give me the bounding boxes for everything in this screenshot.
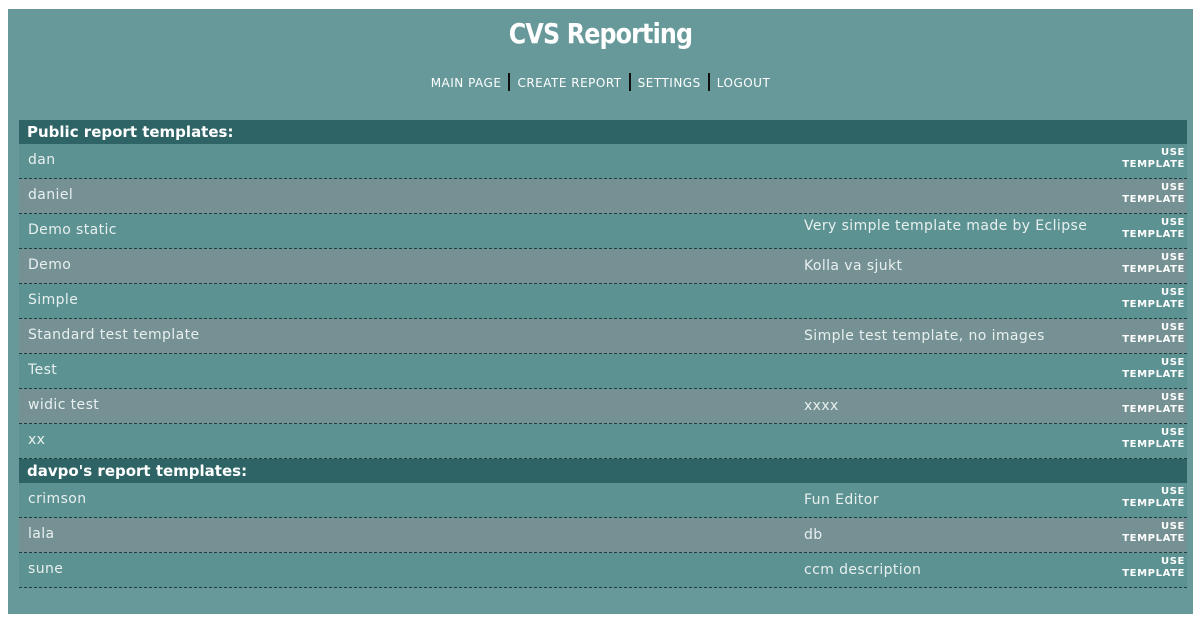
template-row: Demo Kolla va sjukt USE TEMPLATE (19, 249, 1187, 284)
main-nav: MAIN PAGE CREATE REPORT SETTINGS LOGOUT (8, 73, 1193, 91)
template-name: Test (28, 362, 58, 378)
nav-separator (628, 73, 631, 91)
use-template-link[interactable]: USE TEMPLATE (1122, 252, 1185, 276)
template-row: lala db USE TEMPLATE (19, 518, 1187, 553)
use-template-line1: USE (1161, 217, 1185, 228)
use-template-line1: USE (1161, 252, 1185, 263)
use-template-line1: USE (1161, 182, 1185, 193)
use-template-line2: TEMPLATE (1122, 439, 1185, 450)
template-row: Demo static Very simple template made by … (19, 214, 1187, 249)
use-template-line2: TEMPLATE (1122, 369, 1185, 380)
nav-create-report[interactable]: CREATE REPORT (511, 76, 627, 90)
template-row: Standard test template Simple test templa… (19, 319, 1187, 354)
template-row: Test USE TEMPLATE (19, 354, 1187, 389)
template-description: ccm description (804, 562, 922, 578)
use-template-link[interactable]: USE TEMPLATE (1122, 486, 1185, 510)
use-template-link[interactable]: USE TEMPLATE (1122, 392, 1185, 416)
template-row: dan USE TEMPLATE (19, 144, 1187, 179)
template-description: xxxx (804, 398, 839, 414)
use-template-link[interactable]: USE TEMPLATE (1122, 147, 1185, 171)
use-template-link[interactable]: USE TEMPLATE (1122, 217, 1185, 241)
template-name: widic test (28, 397, 100, 413)
use-template-line2: TEMPLATE (1122, 498, 1185, 509)
use-template-line2: TEMPLATE (1122, 229, 1185, 240)
nav-separator (707, 73, 710, 91)
use-template-line2: TEMPLATE (1122, 404, 1185, 415)
template-name: xx (28, 432, 46, 448)
section-header: Public report templates: (19, 120, 1187, 144)
use-template-line2: TEMPLATE (1122, 159, 1185, 170)
template-name: sune (28, 561, 64, 577)
use-template-link[interactable]: USE TEMPLATE (1122, 357, 1185, 381)
page-title: CVS Reporting (508, 17, 693, 50)
use-template-line1: USE (1161, 147, 1185, 158)
template-row: xx USE TEMPLATE (19, 424, 1187, 459)
template-description: Very simple template made by Eclipse (804, 218, 1088, 234)
use-template-line2: TEMPLATE (1122, 568, 1185, 579)
template-name: Demo static (28, 222, 117, 238)
nav-settings[interactable]: SETTINGS (632, 76, 707, 90)
use-template-line1: USE (1161, 392, 1185, 403)
template-description: db (804, 527, 823, 543)
template-name: lala (28, 526, 55, 542)
template-name: daniel (28, 187, 74, 203)
use-template-line1: USE (1161, 322, 1185, 333)
nav-logout[interactable]: LOGOUT (711, 76, 777, 90)
template-description: Simple test template, no images (804, 328, 1045, 344)
use-template-link[interactable]: USE TEMPLATE (1122, 556, 1185, 580)
template-description: Fun Editor (804, 492, 879, 508)
template-name: Demo (28, 257, 72, 273)
use-template-link[interactable]: USE TEMPLATE (1122, 287, 1185, 311)
use-template-line1: USE (1161, 486, 1185, 497)
use-template-line2: TEMPLATE (1122, 194, 1185, 205)
template-description: Kolla va sjukt (804, 258, 903, 274)
template-name: Simple (28, 292, 79, 308)
use-template-line1: USE (1161, 357, 1185, 368)
use-template-line1: USE (1161, 556, 1185, 567)
template-row: daniel USE TEMPLATE (19, 179, 1187, 214)
template-row: Simple USE TEMPLATE (19, 284, 1187, 319)
nav-main-page[interactable]: MAIN PAGE (425, 76, 508, 90)
template-row: crimson Fun Editor USE TEMPLATE (19, 483, 1187, 518)
use-template-link[interactable]: USE TEMPLATE (1122, 322, 1185, 346)
use-template-line2: TEMPLATE (1122, 264, 1185, 275)
section-header: davpo's report templates: (19, 459, 1187, 483)
template-row: sune ccm description USE TEMPLATE (19, 553, 1187, 588)
use-template-line2: TEMPLATE (1122, 533, 1185, 544)
use-template-link[interactable]: USE TEMPLATE (1122, 182, 1185, 206)
template-name: crimson (28, 491, 87, 507)
use-template-line1: USE (1161, 427, 1185, 438)
page-frame: CVS Reporting MAIN PAGE CREATE REPORT SETT… (8, 9, 1193, 614)
templates-table: Public report templates: dan USE TEMPLATE da… (19, 120, 1187, 588)
template-name: Standard test template (28, 327, 200, 343)
use-template-link[interactable]: USE TEMPLATE (1122, 427, 1185, 451)
template-row: widic test xxxx USE TEMPLATE (19, 389, 1187, 424)
use-template-line1: USE (1161, 287, 1185, 298)
use-template-line2: TEMPLATE (1122, 334, 1185, 345)
template-name: dan (28, 152, 56, 168)
use-template-line2: TEMPLATE (1122, 299, 1185, 310)
use-template-line1: USE (1161, 521, 1185, 532)
use-template-link[interactable]: USE TEMPLATE (1122, 521, 1185, 545)
